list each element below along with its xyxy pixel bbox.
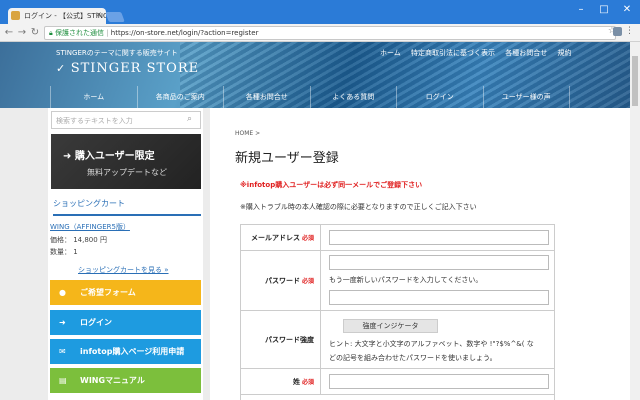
- wing-manual-button[interactable]: ▤ WINGマニュアル: [50, 368, 201, 393]
- url-field[interactable]: 🔒︎ 保護された通信 | https://on-store.net/login/…: [44, 26, 616, 40]
- search-input[interactable]: 検索するテキストを入力: [51, 111, 201, 129]
- cart-item-link[interactable]: WING（AFFINGER5版）: [50, 222, 130, 232]
- close-tab-icon[interactable]: ×: [95, 10, 102, 19]
- close-window-icon[interactable]: ✕: [620, 4, 634, 16]
- surname-label: 姓必須: [241, 369, 321, 394]
- top-nav-contact[interactable]: 各種お問合せ: [505, 49, 547, 57]
- top-nav-tokutei[interactable]: 特定商取引法に基づく表示: [411, 49, 495, 57]
- view-cart-link[interactable]: ショッピングカートを見る »: [78, 265, 169, 275]
- url-text: https://on-store.net/login/?action=regis…: [110, 29, 259, 37]
- cart-heading: ショッピングカート: [53, 198, 201, 216]
- main-nav: ホーム 各商品のご案内 各種お問合せ よくある質問 ログイン ユーザー様の声: [50, 86, 570, 108]
- nav-login[interactable]: ログイン: [396, 86, 483, 108]
- strength-indicator: 強度インジケータ: [343, 319, 438, 333]
- search-icon[interactable]: ⌕: [187, 114, 192, 124]
- registration-form: メールアドレス 必須 パスワード 必須 もう一度新しいパスワードを入力してください。…: [240, 224, 555, 400]
- nav-contact[interactable]: 各種お問合せ: [223, 86, 310, 108]
- minimize-icon[interactable]: –: [574, 4, 588, 16]
- password-row: パスワード 必須 もう一度新しいパスワードを入力してください。: [241, 251, 554, 311]
- book-icon: ▤: [59, 376, 67, 385]
- strength-hint-1: ヒント: 大文字と小文字のアルファベット、数字や !"?$%^&( な: [329, 340, 534, 348]
- top-nav-home[interactable]: ホーム: [380, 49, 401, 57]
- strength-label: パスワード強度: [241, 311, 321, 368]
- maximize-icon[interactable]: □: [597, 4, 611, 16]
- secure-label: 保護された通信: [54, 29, 104, 37]
- browser-tab[interactable]: ログイン - 【公式】STINGER ×: [8, 8, 106, 24]
- scrollbar-thumb[interactable]: [632, 56, 638, 106]
- site-logo[interactable]: ✓ STINGER STORE: [56, 61, 199, 76]
- banner-title: ➜ 購入ユーザー限定: [63, 151, 155, 162]
- forward-icon[interactable]: →: [16, 27, 28, 39]
- back-icon[interactable]: ←: [3, 27, 15, 39]
- nav-home[interactable]: ホーム: [50, 86, 137, 108]
- mail-icon: ✉: [59, 347, 66, 356]
- favicon-icon: [11, 11, 20, 20]
- cart-quantity: 数量： 1: [50, 248, 78, 256]
- page-title: 新規ユーザー登録: [235, 151, 339, 166]
- extension-icon[interactable]: [613, 27, 622, 36]
- required-badge: 必須: [301, 278, 314, 285]
- lock-icon: 🔒︎: [49, 29, 53, 37]
- strength-row: パスワード強度 強度インジケータ ヒント: 大文字と小文字のアルファベット、数字…: [241, 311, 554, 369]
- top-nav-terms[interactable]: 規約: [558, 49, 572, 57]
- strength-hint-2: どの記号を組み合わせたパスワードを使いましょう。: [329, 354, 497, 362]
- address-bar: ← → ↻ 🔒︎ 保護された通信 | https://on-store.net/…: [0, 24, 640, 42]
- required-badge: 必須: [301, 235, 314, 242]
- browser-menu-icon[interactable]: ⋮: [625, 26, 634, 36]
- warning-text: ※infotop購入ユーザーは必ず同一メールでご登録下さい: [240, 181, 423, 189]
- nav-faq[interactable]: よくある質問: [309, 86, 397, 108]
- new-tab-button[interactable]: [105, 12, 125, 22]
- site-tagline: STINGERのテーマに関する販売サイト: [56, 49, 178, 57]
- infotop-apply-button[interactable]: ✉ infotop購入ページ利用申請: [50, 339, 201, 364]
- email-field[interactable]: [329, 230, 549, 245]
- password-label: パスワード 必須: [241, 251, 321, 310]
- nav-voices[interactable]: ユーザー様の声: [482, 86, 570, 108]
- top-nav: ホーム 特定商取引法に基づく表示 各種お問合せ 規約: [380, 48, 580, 58]
- banner-subtitle: 無料アップデートなど: [87, 168, 167, 177]
- surname-row: 姓必須: [241, 369, 554, 395]
- reload-icon[interactable]: ↻: [29, 27, 41, 39]
- login-button[interactable]: ➜ ログイン: [50, 310, 201, 335]
- tab-title: ログイン - 【公式】STINGER: [24, 12, 106, 20]
- breadcrumb[interactable]: HOME >: [235, 130, 260, 137]
- password-confirm-field[interactable]: [329, 290, 549, 305]
- email-label: メールアドレス 必須: [241, 225, 321, 250]
- surname-field[interactable]: [329, 374, 549, 389]
- email-row: メールアドレス 必須: [241, 225, 554, 251]
- signin-icon: ➜: [63, 151, 75, 162]
- password-field[interactable]: [329, 255, 549, 270]
- note-text: ※購入トラブル時の本人確認の際に必要となりますので正しくご記入下さい: [240, 203, 477, 211]
- password-hint: もう一度新しいパスワードを入力してください。: [329, 276, 483, 284]
- mic-icon: ●: [59, 288, 66, 297]
- signin-icon: ➜: [59, 318, 66, 327]
- nav-products[interactable]: 各商品のご案内: [136, 86, 224, 108]
- logo-mark-icon: ✓: [56, 62, 71, 75]
- request-form-button[interactable]: ● ご希望フォーム: [50, 280, 201, 305]
- required-badge: 必須: [301, 379, 314, 386]
- cart-price: 価格： 14,800 円: [50, 236, 107, 244]
